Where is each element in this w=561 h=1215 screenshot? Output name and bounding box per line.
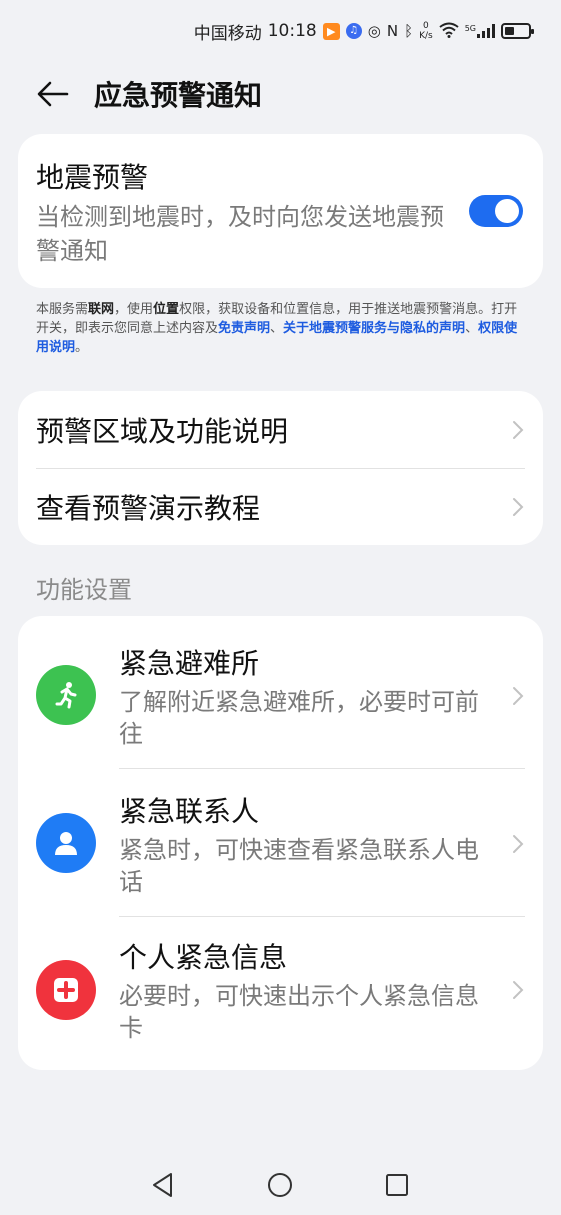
chevron-right-icon: [513, 497, 524, 516]
header: 应急预警通知: [0, 66, 561, 122]
notice-network-term: 联网: [88, 302, 115, 317]
function-title: 个人紧急信息: [119, 941, 288, 974]
person-icon: [36, 813, 96, 873]
section-title: 功能设置: [36, 576, 132, 604]
recents-nav-icon: [386, 1174, 408, 1196]
chevron-right-icon: [513, 687, 524, 705]
nfc-icon: N: [386, 21, 399, 40]
function-title: 紧急联系人: [119, 795, 260, 828]
earthquake-warning-toggle[interactable]: [469, 195, 523, 227]
chevron-right-icon: [513, 420, 524, 439]
privacy-statement-link[interactable]: 关于地震预警服务与隐私的声明: [283, 321, 465, 336]
earthquake-warning-description: 当检测到地震时，及时向您发送地震预警通知: [36, 203, 444, 265]
function-description: 了解附近紧急避难所，必要时可前往: [119, 688, 479, 748]
notice-location-term: 位置: [153, 302, 180, 317]
back-button[interactable]: [34, 75, 72, 113]
carrier-label: 中国移动: [193, 23, 262, 44]
music-notification-icon: ♫: [345, 23, 362, 39]
clock: 10:18: [267, 21, 317, 41]
disclaimer-link[interactable]: 免责声明: [218, 321, 270, 336]
toggle-knob: [495, 199, 519, 223]
app-notification-icon: ▶: [322, 22, 340, 40]
list-item-emergency-contacts[interactable]: 紧急联系人 紧急时，可快速查看紧急联系人电话: [18, 768, 543, 916]
function-settings-card: 紧急避难所 了解附近紧急避难所，必要时可前往 紧急联系人 紧急时，可快速查看紧急…: [18, 616, 543, 1070]
back-arrow-icon: [37, 81, 69, 107]
list-item-demo-tutorial[interactable]: 查看预警演示教程: [36, 468, 543, 545]
service-notice: 本服务需联网，使用位置权限，获取设备和位置信息，用于推送地震预警消息。打开开关，…: [36, 302, 518, 355]
earthquake-warning-title: 地震预警: [36, 161, 149, 194]
network-speed: 0 K/s: [419, 21, 433, 41]
home-nav-icon: [268, 1173, 292, 1197]
wifi-icon: [439, 22, 459, 41]
list-item-label: 查看预警演示教程: [36, 491, 261, 525]
page-title: 应急预警通知: [94, 79, 263, 112]
list-item-emergency-shelter[interactable]: 紧急避难所 了解附近紧急避难所，必要时可前往: [18, 616, 543, 768]
signal-icon: 5G: [465, 24, 495, 38]
home-nav-button[interactable]: [265, 1170, 295, 1200]
medical-card-icon: [36, 960, 96, 1020]
function-title: 紧急避难所: [119, 647, 260, 680]
chevron-right-icon: [513, 981, 524, 999]
earthquake-warning-card: 地震预警 当检测到地震时，及时向您发送地震预警通知: [18, 134, 543, 288]
recents-nav-button[interactable]: [382, 1170, 412, 1200]
list-item-personal-emergency-info[interactable]: 个人紧急信息 必要时，可快速出示个人紧急信息卡: [18, 916, 543, 1070]
running-person-icon: [36, 665, 96, 725]
function-description: 必要时，可快速出示个人紧急信息卡: [119, 982, 479, 1042]
app-notification-icon-2: ◎: [367, 21, 381, 40]
info-links-card: 预警区域及功能说明 查看预警演示教程: [18, 391, 543, 545]
system-navigation-bar: [0, 1160, 561, 1210]
status-bar: 中国移动 10:18 ▶ ♫ ◎ N ᛒ 0 K/s 5G: [0, 0, 561, 62]
battery-icon: [501, 23, 534, 39]
list-item-warning-area[interactable]: 预警区域及功能说明: [36, 391, 543, 468]
back-nav-button[interactable]: [148, 1170, 178, 1200]
back-nav-icon: [153, 1173, 172, 1197]
list-item-label: 预警区域及功能说明: [36, 414, 289, 448]
chevron-right-icon: [513, 835, 524, 853]
function-description: 紧急时，可快速查看紧急联系人电话: [119, 836, 479, 896]
bluetooth-icon: ᛒ: [404, 21, 414, 40]
